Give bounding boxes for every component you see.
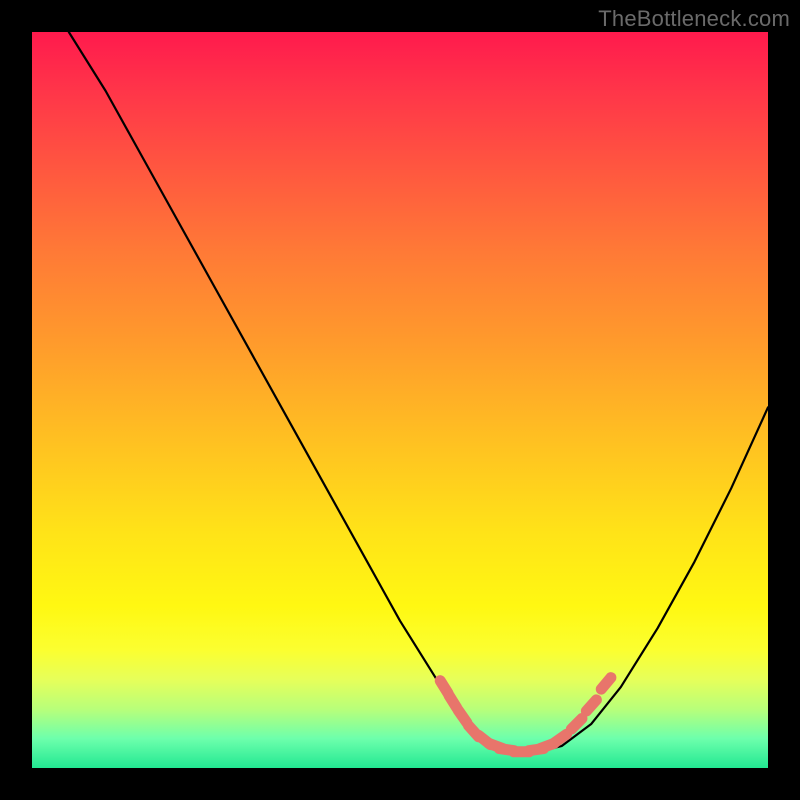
chart-frame: TheBottleneck.com [0, 0, 800, 800]
curve-path [69, 32, 768, 753]
chart-svg [32, 32, 768, 768]
watermark-text: TheBottleneck.com [598, 6, 790, 32]
plot-area [32, 32, 768, 768]
marker-pill [579, 692, 605, 719]
